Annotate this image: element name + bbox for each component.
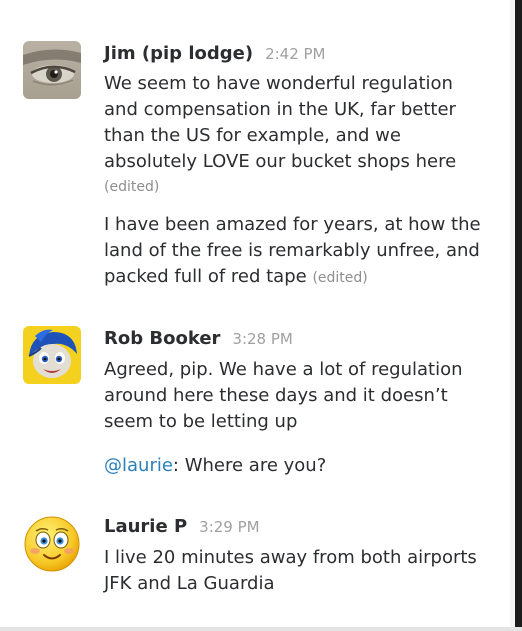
message-line: I live 20 minutes away from both airport… xyxy=(104,547,477,568)
cartoon-joy-avatar[interactable] xyxy=(23,326,81,384)
message-line: : Where are you? xyxy=(172,455,327,476)
smiley-face-icon xyxy=(24,516,80,572)
message-line: We seem to have wonderful regulation xyxy=(104,73,453,94)
divider xyxy=(0,627,522,631)
message-line: packed full of red tape xyxy=(104,266,307,287)
message-header: Laurie P 3:29 PM xyxy=(104,516,260,537)
author-name[interactable]: Laurie P xyxy=(104,516,187,537)
message-line: than the US for example, and we xyxy=(104,125,401,146)
cartoon-character-icon xyxy=(23,326,81,384)
message-line: and compensation in the UK, far better xyxy=(104,99,456,120)
message-line: seem to be letting up xyxy=(104,411,298,432)
window-edge xyxy=(515,0,522,631)
message-body: @laurie: Where are you? xyxy=(104,453,504,479)
eye-photo-icon xyxy=(23,41,81,99)
timestamp[interactable]: 2:42 PM xyxy=(265,45,325,63)
eye-photo-avatar[interactable] xyxy=(23,41,81,99)
message-body: Agreed, pip. We have a lot of regulation… xyxy=(104,357,504,435)
message-line: Agreed, pip. We have a lot of regulation xyxy=(104,359,463,380)
author-name[interactable]: Jim (pip lodge) xyxy=(104,43,253,64)
message-line: around here these days and it doesn’t xyxy=(104,385,448,406)
message-header: Rob Booker 3:28 PM xyxy=(104,328,293,349)
message-line: absolutely LOVE our bucket shops here xyxy=(104,151,457,172)
user-mention-link[interactable]: @laurie xyxy=(104,455,173,476)
author-name[interactable]: Rob Booker xyxy=(104,328,220,349)
message-line: I have been amazed for years, at how the xyxy=(104,214,481,235)
message-body: I have been amazed for years, at how the… xyxy=(104,212,504,291)
message-header: Jim (pip lodge) 2:42 PM xyxy=(104,43,326,64)
timestamp[interactable]: 3:28 PM xyxy=(232,330,292,348)
smiley-emoji-avatar[interactable] xyxy=(23,515,81,573)
message-line: JFK and La Guardia xyxy=(104,573,275,594)
chat-message-list: Jim (pip lodge) 2:42 PM We seem to have w… xyxy=(0,0,522,631)
message-body: I live 20 minutes away from both airport… xyxy=(104,545,504,597)
edited-label: (edited) xyxy=(104,179,160,195)
timestamp[interactable]: 3:29 PM xyxy=(199,518,259,536)
edited-label: (edited) xyxy=(312,270,368,286)
message-body: We seem to have wonderful regulation and… xyxy=(104,71,504,198)
message-line: land of the free is remarkably unfree, a… xyxy=(104,240,480,261)
